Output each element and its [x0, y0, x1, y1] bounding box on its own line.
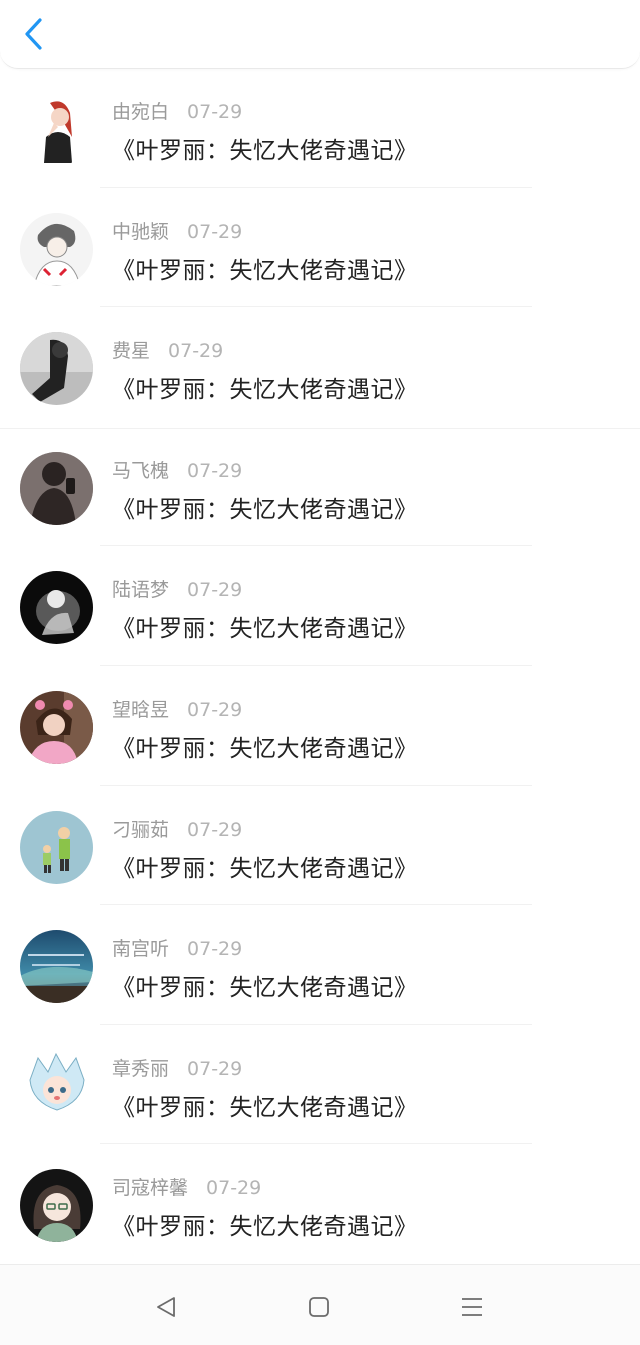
list-item[interactable]: 望晗昱 07-29 《叶罗丽：失忆大佬奇遇记》 — [0, 666, 640, 786]
username[interactable]: 中驰颖 — [112, 221, 169, 243]
username[interactable]: 刁骊茹 — [112, 819, 169, 841]
list-item[interactable]: 南宫听 07-29 《叶罗丽：失忆大佬奇遇记》 — [0, 905, 640, 1025]
post-title[interactable]: 《叶罗丽：失忆大佬奇遇记》 — [112, 849, 418, 883]
avatar[interactable] — [20, 212, 93, 286]
avatar[interactable] — [20, 930, 93, 1004]
username[interactable]: 南宫听 — [112, 938, 169, 960]
system-nav-bar — [0, 1264, 640, 1345]
square-home-icon — [309, 1297, 329, 1317]
triangle-back-icon — [157, 1297, 175, 1317]
chevron-left-icon — [25, 18, 42, 50]
post-date: 07-29 — [187, 101, 243, 123]
username[interactable]: 望晗昱 — [112, 699, 169, 721]
post-title[interactable]: 《叶罗丽：失忆大佬奇遇记》 — [112, 609, 418, 643]
post-title[interactable]: 《叶罗丽：失忆大佬奇遇记》 — [112, 131, 418, 165]
post-title[interactable]: 《叶罗丽：失忆大佬奇遇记》 — [112, 251, 418, 285]
username[interactable]: 司寇梓馨 — [112, 1177, 188, 1199]
list-item[interactable]: 刁骊茹 07-29 《叶罗丽：失忆大佬奇遇记》 — [0, 786, 640, 906]
username[interactable]: 马飞槐 — [112, 460, 169, 482]
post-date: 07-29 — [187, 938, 243, 961]
post-title[interactable]: 《叶罗丽：失忆大佬奇遇记》 — [112, 1088, 418, 1122]
post-title[interactable]: 《叶罗丽：失忆大佬奇遇记》 — [112, 370, 418, 404]
post-date: 07-29 — [187, 818, 243, 841]
list-item[interactable]: 马飞槐 07-29 《叶罗丽：失忆大佬奇遇记》 — [0, 427, 640, 547]
username[interactable]: 章秀丽 — [112, 1058, 169, 1080]
list-item[interactable]: 中驰颖 07-29 《叶罗丽：失忆大佬奇遇记》 — [0, 188, 640, 308]
post-title[interactable]: 《叶罗丽：失忆大佬奇遇记》 — [112, 1207, 418, 1241]
top-bar — [0, 0, 640, 69]
username[interactable]: 费星 — [112, 340, 150, 362]
section-divider — [0, 428, 640, 429]
avatar[interactable] — [20, 93, 93, 166]
hamburger-menu-icon — [462, 1298, 482, 1316]
list-item[interactable]: 司寇梓馨 07-29 《叶罗丽：失忆大佬奇遇记》 — [0, 1144, 640, 1264]
post-title[interactable]: 《叶罗丽：失忆大佬奇遇记》 — [112, 968, 418, 1002]
avatar[interactable] — [20, 1169, 93, 1243]
avatar[interactable] — [20, 810, 93, 884]
list-item[interactable]: 费星 07-29 《叶罗丽：失忆大佬奇遇记》 — [0, 307, 640, 427]
post-date: 07-29 — [206, 1177, 262, 1200]
nav-menu-button[interactable] — [452, 1287, 492, 1327]
username[interactable]: 由宛白 — [112, 101, 169, 123]
list-item[interactable]: 由宛白 07-29 《叶罗丽：失忆大佬奇遇记》 — [0, 68, 640, 188]
username[interactable]: 陆语梦 — [112, 579, 169, 601]
post-date: 07-29 — [187, 698, 243, 721]
post-date: 07-29 — [187, 459, 243, 482]
comment-list: 由宛白 07-29 《叶罗丽：失忆大佬奇遇记》 中驰颖 07-29 《叶罗丽：失忆大… — [0, 68, 640, 1264]
post-date: 07-29 — [187, 220, 243, 243]
avatar[interactable] — [20, 451, 93, 525]
post-date: 07-29 — [187, 579, 243, 602]
avatar[interactable] — [20, 571, 93, 645]
nav-home-button[interactable] — [299, 1287, 339, 1327]
post-title[interactable]: 《叶罗丽：失忆大佬奇遇记》 — [112, 729, 418, 763]
avatar[interactable] — [20, 1049, 93, 1123]
post-date: 07-29 — [187, 1057, 243, 1080]
avatar[interactable] — [20, 332, 93, 406]
list-item[interactable]: 陆语梦 07-29 《叶罗丽：失忆大佬奇遇记》 — [0, 546, 640, 666]
nav-back-button[interactable] — [146, 1287, 186, 1327]
post-title[interactable]: 《叶罗丽：失忆大佬奇遇记》 — [112, 490, 418, 524]
post-date: 07-29 — [168, 340, 224, 363]
back-button[interactable] — [16, 14, 52, 54]
avatar[interactable] — [20, 690, 93, 764]
list-item[interactable]: 章秀丽 07-29 《叶罗丽：失忆大佬奇遇记》 — [0, 1025, 640, 1145]
